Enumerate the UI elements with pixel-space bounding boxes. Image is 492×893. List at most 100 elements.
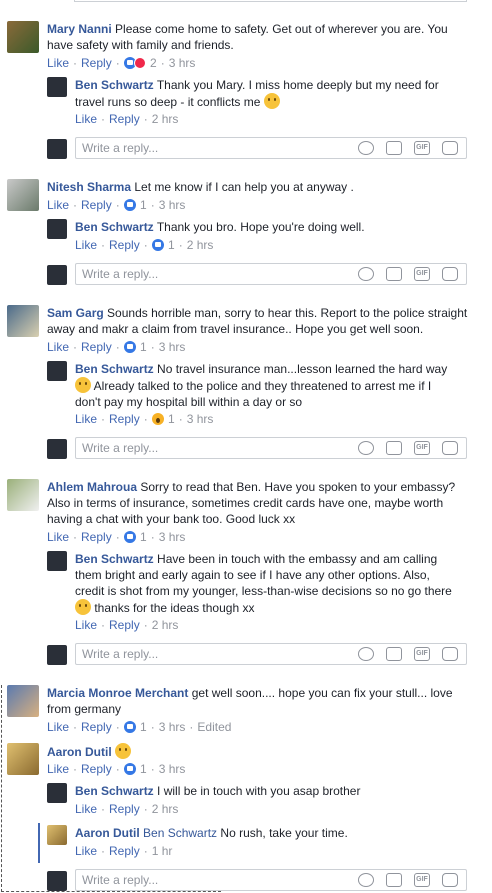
- gif-icon[interactable]: GIF: [414, 873, 430, 887]
- avatar[interactable]: [47, 77, 67, 97]
- camera-icon[interactable]: [386, 873, 402, 887]
- comment-author[interactable]: Ahlem Mahroua: [47, 480, 137, 494]
- like-link[interactable]: Like: [47, 340, 69, 354]
- camera-icon[interactable]: [386, 647, 402, 661]
- gif-icon[interactable]: GIF: [414, 441, 430, 455]
- timestamp[interactable]: 3 hrs: [159, 720, 186, 734]
- camera-icon[interactable]: [386, 441, 402, 455]
- comment-actions: Like · Reply · 2 hrs: [75, 112, 179, 126]
- comment-actions: Like · Reply · 1 hr: [75, 844, 173, 858]
- comment-author[interactable]: Mary Nanni: [47, 22, 112, 36]
- reply-link[interactable]: Reply: [81, 198, 112, 212]
- reply-input[interactable]: Write a reply... GIF: [75, 643, 467, 665]
- avatar[interactable]: [47, 219, 67, 239]
- sticker-icon[interactable]: [442, 267, 458, 281]
- emoji-icon[interactable]: [358, 647, 374, 661]
- gif-icon[interactable]: GIF: [414, 141, 430, 155]
- reaction-count[interactable]: 1: [140, 720, 147, 734]
- emoji-icon[interactable]: [358, 873, 374, 887]
- emoji-icon[interactable]: [358, 141, 374, 155]
- like-link[interactable]: Like: [47, 56, 69, 70]
- comment-author[interactable]: Aaron Dutil: [75, 826, 140, 840]
- avatar[interactable]: [47, 783, 67, 803]
- reply-input[interactable]: Write a reply... GIF: [75, 437, 467, 459]
- reply-link[interactable]: Reply: [109, 844, 140, 858]
- like-link[interactable]: Like: [75, 618, 97, 632]
- reply-link[interactable]: Reply: [81, 56, 112, 70]
- timestamp[interactable]: 3 hrs: [159, 530, 186, 544]
- like-link[interactable]: Like: [75, 802, 97, 816]
- avatar[interactable]: [7, 21, 39, 53]
- like-link[interactable]: Like: [75, 238, 97, 252]
- avatar[interactable]: [7, 685, 39, 717]
- like-link[interactable]: Like: [47, 762, 69, 776]
- timestamp[interactable]: 1 hr: [152, 844, 173, 858]
- timestamp[interactable]: 3 hrs: [159, 340, 186, 354]
- reply-link[interactable]: Reply: [81, 530, 112, 544]
- comment-author[interactable]: Ben Schwartz: [75, 552, 154, 566]
- avatar[interactable]: [7, 305, 39, 337]
- gif-icon[interactable]: GIF: [414, 267, 430, 281]
- reply-link[interactable]: Reply: [109, 112, 140, 126]
- reaction-count[interactable]: 1: [140, 762, 147, 776]
- sticker-icon[interactable]: [442, 873, 458, 887]
- reaction-count[interactable]: 1: [168, 412, 175, 426]
- reaction-count[interactable]: 1: [140, 198, 147, 212]
- reaction-count[interactable]: 1: [140, 340, 147, 354]
- like-link[interactable]: Like: [47, 720, 69, 734]
- comment-author[interactable]: Ben Schwartz: [75, 362, 154, 376]
- avatar[interactable]: [7, 179, 39, 211]
- reply-link[interactable]: Reply: [109, 802, 140, 816]
- reply-link[interactable]: Reply: [81, 762, 112, 776]
- comment-author[interactable]: Nitesh Sharma: [47, 180, 131, 194]
- camera-icon[interactable]: [386, 267, 402, 281]
- like-link[interactable]: Like: [47, 530, 69, 544]
- emoji-icon[interactable]: [358, 267, 374, 281]
- comment-author[interactable]: Aaron Dutil: [47, 745, 112, 759]
- avatar[interactable]: [47, 361, 67, 381]
- timestamp[interactable]: 2 hrs: [152, 802, 179, 816]
- reaction-count[interactable]: 1: [140, 530, 147, 544]
- comment-author[interactable]: Marcia Monroe Merchant: [47, 686, 188, 700]
- reply-link[interactable]: Reply: [109, 238, 140, 252]
- like-link[interactable]: Like: [75, 412, 97, 426]
- reply-input[interactable]: Write a reply... GIF: [75, 263, 467, 285]
- reaction-count[interactable]: 2: [150, 56, 157, 70]
- like-reaction-icon: [123, 199, 136, 211]
- timestamp[interactable]: 3 hrs: [169, 56, 196, 70]
- timestamp[interactable]: 3 hrs: [159, 198, 186, 212]
- timestamp[interactable]: 2 hrs: [152, 112, 179, 126]
- timestamp[interactable]: 2 hrs: [152, 618, 179, 632]
- camera-icon[interactable]: [386, 141, 402, 155]
- timestamp[interactable]: 3 hrs: [187, 412, 214, 426]
- reply-link[interactable]: Reply: [109, 618, 140, 632]
- timestamp[interactable]: 2 hrs: [187, 238, 214, 252]
- emoji-icon[interactable]: [358, 441, 374, 455]
- reply-link[interactable]: Reply: [109, 412, 140, 426]
- avatar[interactable]: [47, 551, 67, 571]
- comment-actions: Like · Reply · 2 · 3 hrs: [47, 56, 196, 70]
- avatar[interactable]: [47, 825, 67, 845]
- comment-author[interactable]: Ben Schwartz: [75, 220, 154, 234]
- gif-icon[interactable]: GIF: [414, 647, 430, 661]
- sticker-icon[interactable]: [442, 441, 458, 455]
- avatar[interactable]: [7, 479, 39, 511]
- like-link[interactable]: Like: [75, 844, 97, 858]
- reply-link[interactable]: Reply: [81, 720, 112, 734]
- reply-input[interactable]: Write a reply... GIF: [75, 869, 467, 891]
- avatar[interactable]: [7, 743, 39, 775]
- sticker-icon[interactable]: [442, 647, 458, 661]
- like-reaction-icon: [123, 531, 136, 543]
- like-link[interactable]: Like: [75, 112, 97, 126]
- mention-link[interactable]: Ben Schwartz: [143, 826, 217, 840]
- reply-link[interactable]: Reply: [81, 340, 112, 354]
- comment-author[interactable]: Ben Schwartz: [75, 78, 154, 92]
- like-link[interactable]: Like: [47, 198, 69, 212]
- reply-input[interactable]: Write a reply... GIF: [75, 137, 467, 159]
- comment-author[interactable]: Sam Garg: [47, 306, 104, 320]
- timestamp[interactable]: 3 hrs: [159, 762, 186, 776]
- sticker-icon[interactable]: [442, 141, 458, 155]
- edited-label[interactable]: Edited: [197, 720, 231, 734]
- comment-author[interactable]: Ben Schwartz: [75, 784, 154, 798]
- reaction-count[interactable]: 1: [168, 238, 175, 252]
